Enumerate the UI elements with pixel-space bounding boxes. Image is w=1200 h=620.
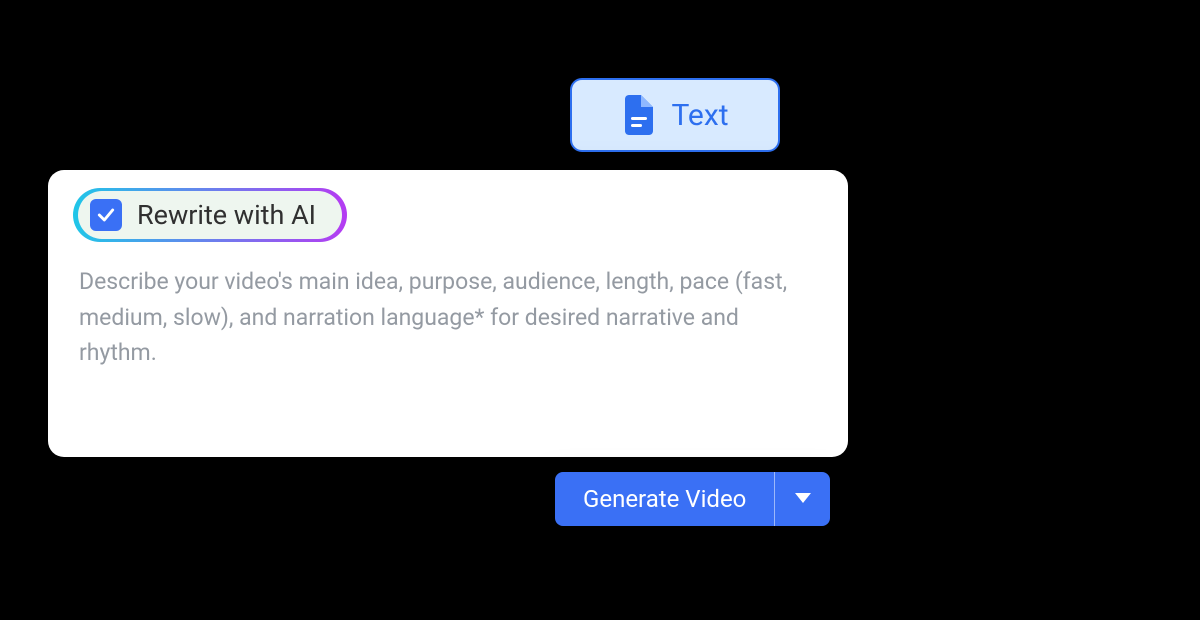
generate-video-group: Generate Video	[555, 472, 830, 526]
chevron-down-icon	[793, 491, 813, 508]
generate-dropdown-button[interactable]	[774, 472, 830, 526]
text-tab-label: Text	[671, 98, 728, 133]
generate-video-button[interactable]: Generate Video	[555, 472, 774, 526]
video-prompt-card: Rewrite with AI Describe your video's ma…	[48, 170, 848, 457]
prompt-placeholder[interactable]: Describe your video's main idea, purpose…	[73, 264, 818, 371]
rewrite-checkbox[interactable]	[90, 199, 122, 231]
rewrite-label: Rewrite with AI	[137, 199, 316, 231]
rewrite-with-ai-toggle[interactable]: Rewrite with AI	[73, 188, 347, 242]
text-tab[interactable]: Text	[570, 78, 780, 152]
rewrite-chip-inner: Rewrite with AI	[78, 191, 342, 239]
document-icon	[621, 95, 653, 135]
